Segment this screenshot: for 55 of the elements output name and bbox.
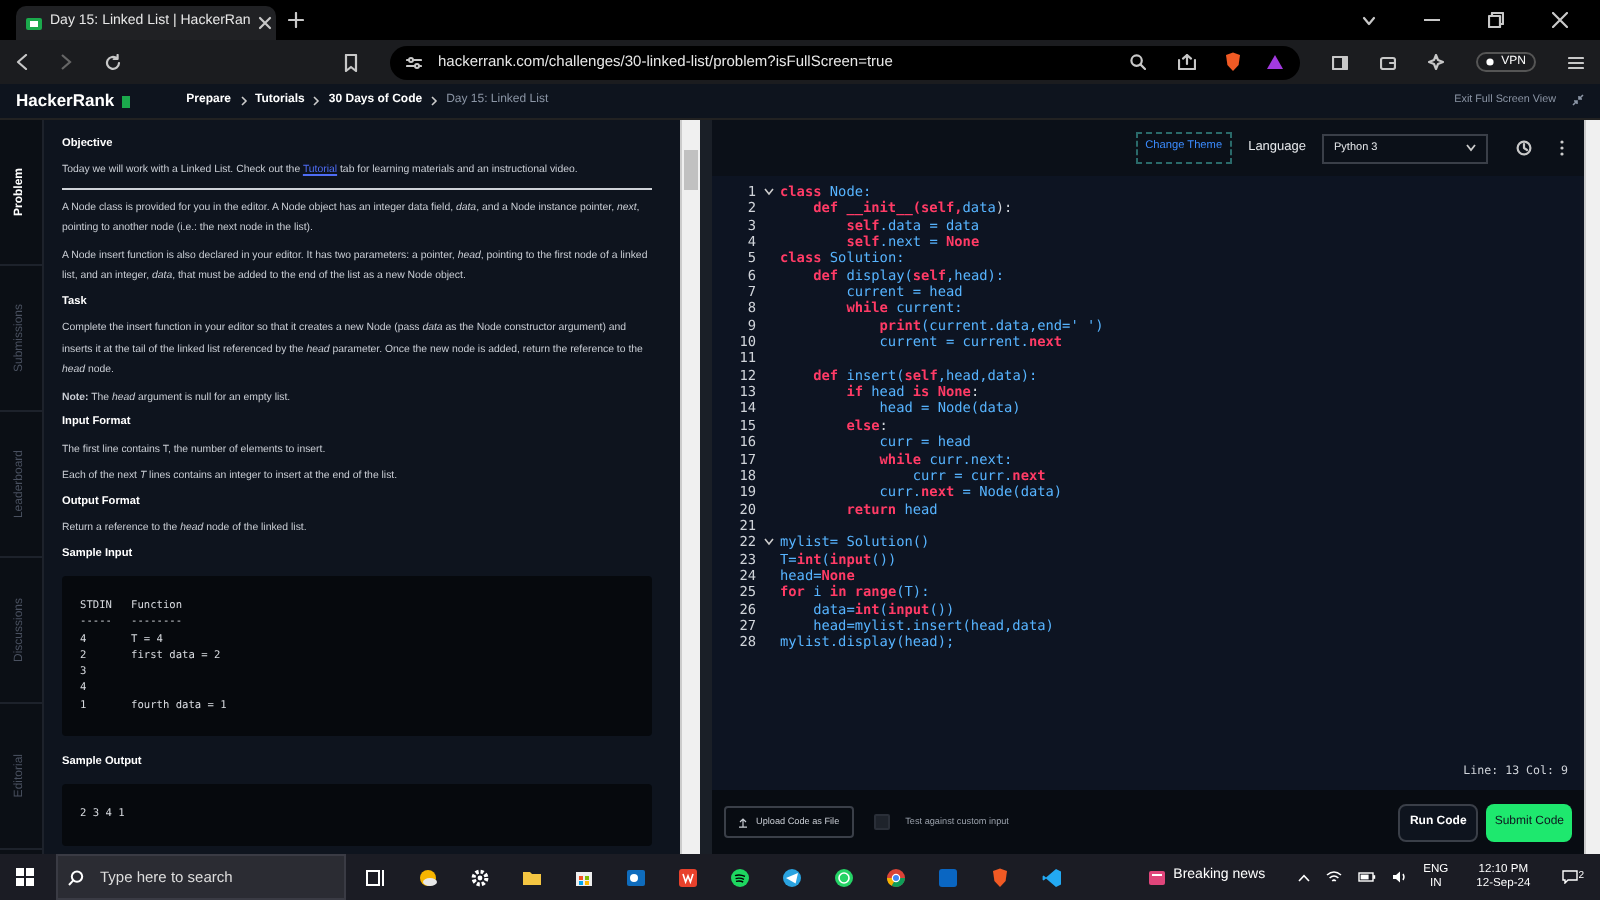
chevron-right-icon (312, 96, 321, 106)
store-icon[interactable] (574, 867, 594, 887)
wifi-icon[interactable] (1325, 870, 1342, 884)
lion-shield-icon[interactable] (1223, 52, 1242, 72)
dot-icon (1485, 58, 1494, 66)
lion-shield-icon[interactable] (990, 867, 1010, 887)
upload-icon (738, 817, 748, 827)
history-icon[interactable] (1516, 140, 1532, 156)
logo-text[interactable]: HackerRank (16, 88, 115, 114)
chevron-right-icon (430, 96, 439, 106)
chat-bubble-icon (1562, 870, 1579, 885)
windows-logo-icon[interactable] (16, 868, 34, 886)
chevron-right-icon (239, 96, 247, 106)
gear-icon[interactable] (470, 867, 490, 887)
weather-icon[interactable] (418, 867, 438, 887)
chevron-down-icon[interactable] (1362, 15, 1376, 25)
caret-up-icon[interactable] (1297, 873, 1310, 881)
search-icon[interactable] (1129, 54, 1146, 70)
browser-icon[interactable] (886, 867, 906, 887)
code-editor-icon[interactable] (1042, 867, 1062, 887)
triangle-icon[interactable] (1265, 54, 1284, 70)
bookmark-icon[interactable] (344, 53, 358, 71)
forward-icon[interactable] (60, 54, 72, 70)
search-icon (68, 869, 84, 885)
fold-chevron-icon[interactable] (763, 538, 773, 547)
wallet-icon[interactable] (1379, 55, 1396, 69)
document-app-icon[interactable] (678, 867, 698, 887)
shrink-icon[interactable] (1572, 94, 1584, 107)
logo-mark-icon (122, 95, 131, 107)
chat-icon[interactable] (834, 867, 854, 887)
close-icon[interactable] (258, 16, 273, 30)
music-app-icon[interactable] (730, 867, 750, 887)
app-icon[interactable] (938, 867, 958, 887)
sidebar-icon[interactable] (1331, 55, 1348, 69)
maximize-icon[interactable] (1488, 12, 1504, 28)
close-icon[interactable] (1552, 12, 1568, 28)
folder-icon[interactable] (522, 867, 542, 887)
paper-plane-icon[interactable] (782, 867, 802, 887)
hackerrank-favicon-icon (26, 17, 42, 29)
mail-icon[interactable] (626, 867, 646, 887)
task-view-icon[interactable] (366, 867, 386, 887)
new-tab-icon[interactable] (288, 12, 304, 28)
chevron-down-icon (1466, 144, 1476, 152)
sparkle-icon[interactable] (1427, 54, 1444, 70)
reload-icon[interactable] (104, 53, 122, 71)
checkbox[interactable] (873, 814, 890, 830)
minimize-icon[interactable] (1424, 18, 1440, 22)
site-settings-icon (406, 55, 422, 69)
share-icon[interactable] (1177, 54, 1196, 70)
battery-icon[interactable] (1357, 872, 1376, 882)
news-icon (1147, 868, 1166, 886)
fold-chevron-icon[interactable] (763, 188, 773, 197)
speaker-icon[interactable] (1391, 870, 1408, 884)
back-icon[interactable] (16, 54, 28, 70)
menu-icon[interactable] (1568, 55, 1584, 69)
